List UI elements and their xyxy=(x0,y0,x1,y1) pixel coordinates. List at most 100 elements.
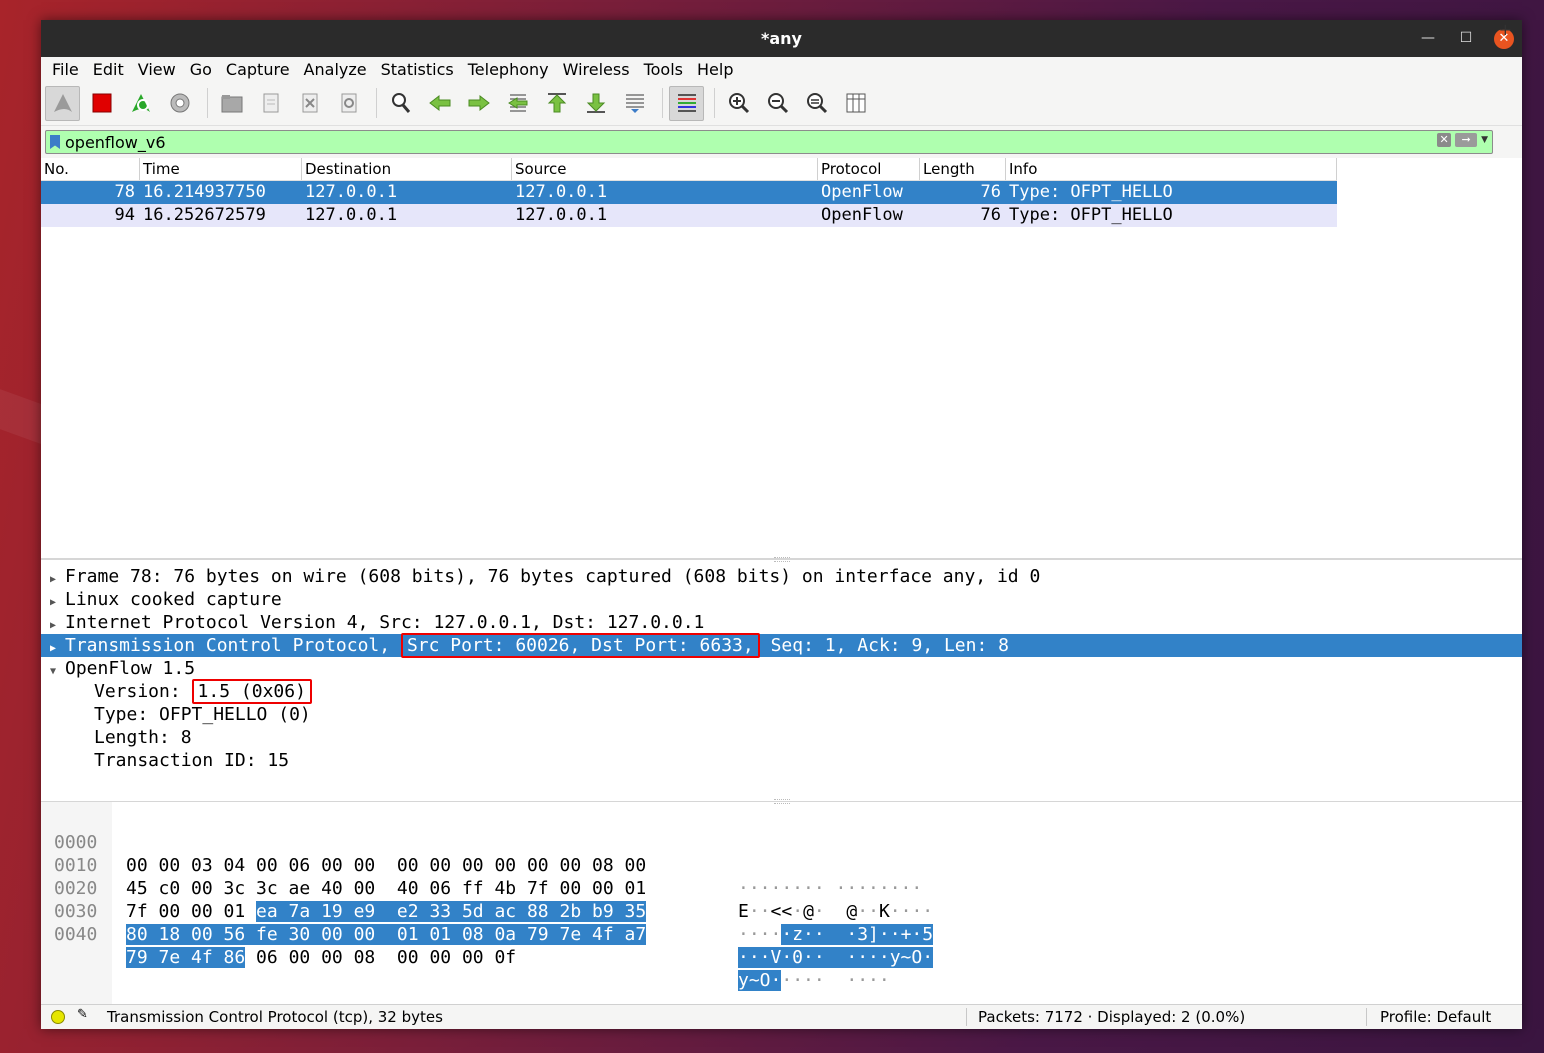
tree-item-xid[interactable]: Transaction ID: 15 xyxy=(41,749,1522,772)
wireshark-window: *any — ☐ ✕ File Edit View Go Capture Ana… xyxy=(41,20,1522,1029)
bytes-row[interactable]: 0030 80 18 00 56 fe 30 00 00 01 01 08 0a… xyxy=(41,877,1522,968)
toolbar-separator xyxy=(662,88,663,118)
ascii-bytes: ·····z·· ·3]··+·5 xyxy=(738,923,934,946)
menu-file[interactable]: File xyxy=(45,60,86,79)
autoscroll-button[interactable] xyxy=(617,86,652,121)
menu-statistics[interactable]: Statistics xyxy=(374,60,461,79)
menu-help[interactable]: Help xyxy=(690,60,740,79)
restart-capture-button[interactable] xyxy=(123,86,158,121)
tree-item-linux-cooked[interactable]: ▶ Linux cooked capture xyxy=(41,588,1522,611)
tree-item-frame[interactable]: ▶ Frame 78: 76 bytes on wire (608 bits), … xyxy=(41,565,1522,588)
hex-bytes: 79 7e 4f 86 06 00 00 08 00 00 00 0f xyxy=(126,946,516,969)
go-to-packet-button[interactable] xyxy=(500,86,535,121)
ascii-bytes: y~O····· ···· xyxy=(738,969,890,992)
add-filter-button-icon[interactable]: + xyxy=(1499,20,1512,39)
display-filter-input[interactable]: openflow_v6 ✕ ➞ ▼ xyxy=(45,130,1493,154)
zoom-normal-icon xyxy=(806,93,827,114)
reload-file-button[interactable] xyxy=(331,86,366,121)
zoom-normal-button[interactable] xyxy=(799,86,834,121)
tree-item-label: Transmission Control Protocol, xyxy=(65,635,401,656)
packet-protocol: OpenFlow xyxy=(821,205,903,225)
tree-item-label: Frame 78: 76 bytes on wire (608 bits), 7… xyxy=(65,566,1041,587)
zoom-in-button[interactable] xyxy=(721,86,756,121)
menu-telephony[interactable]: Telephony xyxy=(461,60,556,79)
menu-capture[interactable]: Capture xyxy=(219,60,297,79)
tree-item-version[interactable]: Version: 1.5 (0x06) xyxy=(41,679,1522,704)
menu-go[interactable]: Go xyxy=(183,60,219,79)
bytes-row[interactable]: 0020 7f 00 00 01 ea 7a 19 e9 e2 33 5d ac… xyxy=(41,854,1522,945)
shark-fin-icon xyxy=(53,94,72,112)
col-header-no[interactable]: No. xyxy=(41,158,140,180)
menu-tools[interactable]: Tools xyxy=(637,60,690,79)
packet-list-header: No. Time Destination Source Protocol Len… xyxy=(41,158,1337,181)
tree-item-type[interactable]: Type: OFPT_HELLO (0) xyxy=(41,703,1522,726)
tree-item-ipv4[interactable]: ▶ Internet Protocol Version 4, Src: 127.0… xyxy=(41,611,1522,634)
save-file-button[interactable] xyxy=(253,86,288,121)
resize-columns-button[interactable] xyxy=(838,86,873,121)
window-title: *any xyxy=(761,29,802,48)
tree-item-openflow[interactable]: ▼ OpenFlow 1.5 xyxy=(41,657,1522,680)
packet-row[interactable]: 78 16.214937750 127.0.0.1 127.0.0.1 Open… xyxy=(41,181,1337,204)
close-file-button[interactable] xyxy=(292,86,327,121)
tree-item-length[interactable]: Length: 8 xyxy=(41,726,1522,749)
first-packet-button[interactable] xyxy=(539,86,574,121)
zoom-out-icon xyxy=(767,93,788,114)
find-packet-button[interactable] xyxy=(383,86,418,121)
autoscroll-icon xyxy=(625,94,644,113)
bytes-row[interactable]: 0040 79 7e 4f 86 06 00 00 08 00 00 00 0f… xyxy=(41,900,1522,991)
tree-item-label: Internet Protocol Version 4, Src: 127.0.… xyxy=(65,612,705,633)
tree-item-label-tail: Seq: 1, Ack: 9, Len: 8 xyxy=(759,635,1009,656)
colorize-button[interactable] xyxy=(669,85,704,121)
filter-text: openflow_v6 xyxy=(65,132,166,152)
col-header-length[interactable]: Length xyxy=(920,158,1006,180)
capture-comment-pencil-icon[interactable]: ✎ xyxy=(77,1007,88,1022)
status-profile[interactable]: Profile: Default xyxy=(1380,1008,1491,1026)
col-header-protocol[interactable]: Protocol xyxy=(818,158,920,180)
packet-time: 16.252672579 xyxy=(143,205,266,225)
bytes-row[interactable]: 0010 45 c0 00 3c 3c ae 40 00 40 06 ff 4b… xyxy=(41,831,1522,922)
menu-view[interactable]: View xyxy=(131,60,183,79)
packet-protocol: OpenFlow xyxy=(821,182,903,202)
bytes-row[interactable]: 0000 00 00 03 04 00 06 00 00 00 00 00 00… xyxy=(41,808,1522,899)
last-packet-button[interactable] xyxy=(578,86,613,121)
packet-length: 76 xyxy=(980,182,1001,202)
status-field-info: Transmission Control Protocol (tcp), 32 … xyxy=(107,1008,443,1026)
minimize-icon[interactable]: — xyxy=(1418,29,1438,49)
stop-capture-button[interactable] xyxy=(84,86,119,121)
file-icon xyxy=(263,93,278,113)
reload-icon xyxy=(341,93,356,113)
menu-wireless[interactable]: Wireless xyxy=(556,60,637,79)
col-header-info[interactable]: Info xyxy=(1006,158,1337,180)
tree-item-tcp[interactable]: ▶ Transmission Control Protocol, Src Port… xyxy=(41,633,1522,658)
close-file-icon xyxy=(302,93,317,113)
menu-analyze[interactable]: Analyze xyxy=(297,60,374,79)
go-back-button[interactable] xyxy=(422,86,457,121)
go-forward-button[interactable] xyxy=(461,86,496,121)
expert-info-led-icon[interactable] xyxy=(51,1010,65,1024)
maximize-icon[interactable]: ☐ xyxy=(1456,29,1476,49)
col-header-destination[interactable]: Destination xyxy=(302,158,512,180)
start-capture-button[interactable] xyxy=(45,85,80,121)
col-header-time[interactable]: Time xyxy=(140,158,302,180)
display-filter-bar: openflow_v6 ✕ ➞ ▼ + xyxy=(41,20,1522,158)
stop-icon xyxy=(92,93,111,113)
pane-splitter-handle[interactable] xyxy=(773,799,790,804)
pane-splitter-handle[interactable] xyxy=(773,557,790,562)
bookmark-icon[interactable] xyxy=(50,135,60,149)
open-file-button[interactable] xyxy=(214,86,249,121)
status-bar: ✎ Transmission Control Protocol (tcp), 3… xyxy=(41,1004,1522,1029)
packet-row[interactable]: 94 16.252672579 127.0.0.1 127.0.0.1 Open… xyxy=(41,204,1337,227)
field-label: Type: OFPT_HELLO (0) xyxy=(94,704,311,725)
col-header-source[interactable]: Source xyxy=(512,158,818,180)
apply-filter-icon[interactable]: ➞ xyxy=(1455,133,1478,147)
field-label: Transaction ID: 15 xyxy=(94,750,290,771)
clear-filter-icon[interactable]: ✕ xyxy=(1437,133,1452,147)
menu-edit[interactable]: Edit xyxy=(86,60,131,79)
ascii-selected: ···V·0·· ····y~O· xyxy=(738,947,934,968)
filter-history-chevron-icon[interactable]: ▼ xyxy=(1481,135,1488,145)
tree-item-label: Linux cooked capture xyxy=(65,589,282,610)
zoom-out-button[interactable] xyxy=(760,86,795,121)
packet-no: 78 xyxy=(114,182,135,202)
packet-source: 127.0.0.1 xyxy=(515,182,608,202)
capture-options-button[interactable] xyxy=(162,86,197,121)
